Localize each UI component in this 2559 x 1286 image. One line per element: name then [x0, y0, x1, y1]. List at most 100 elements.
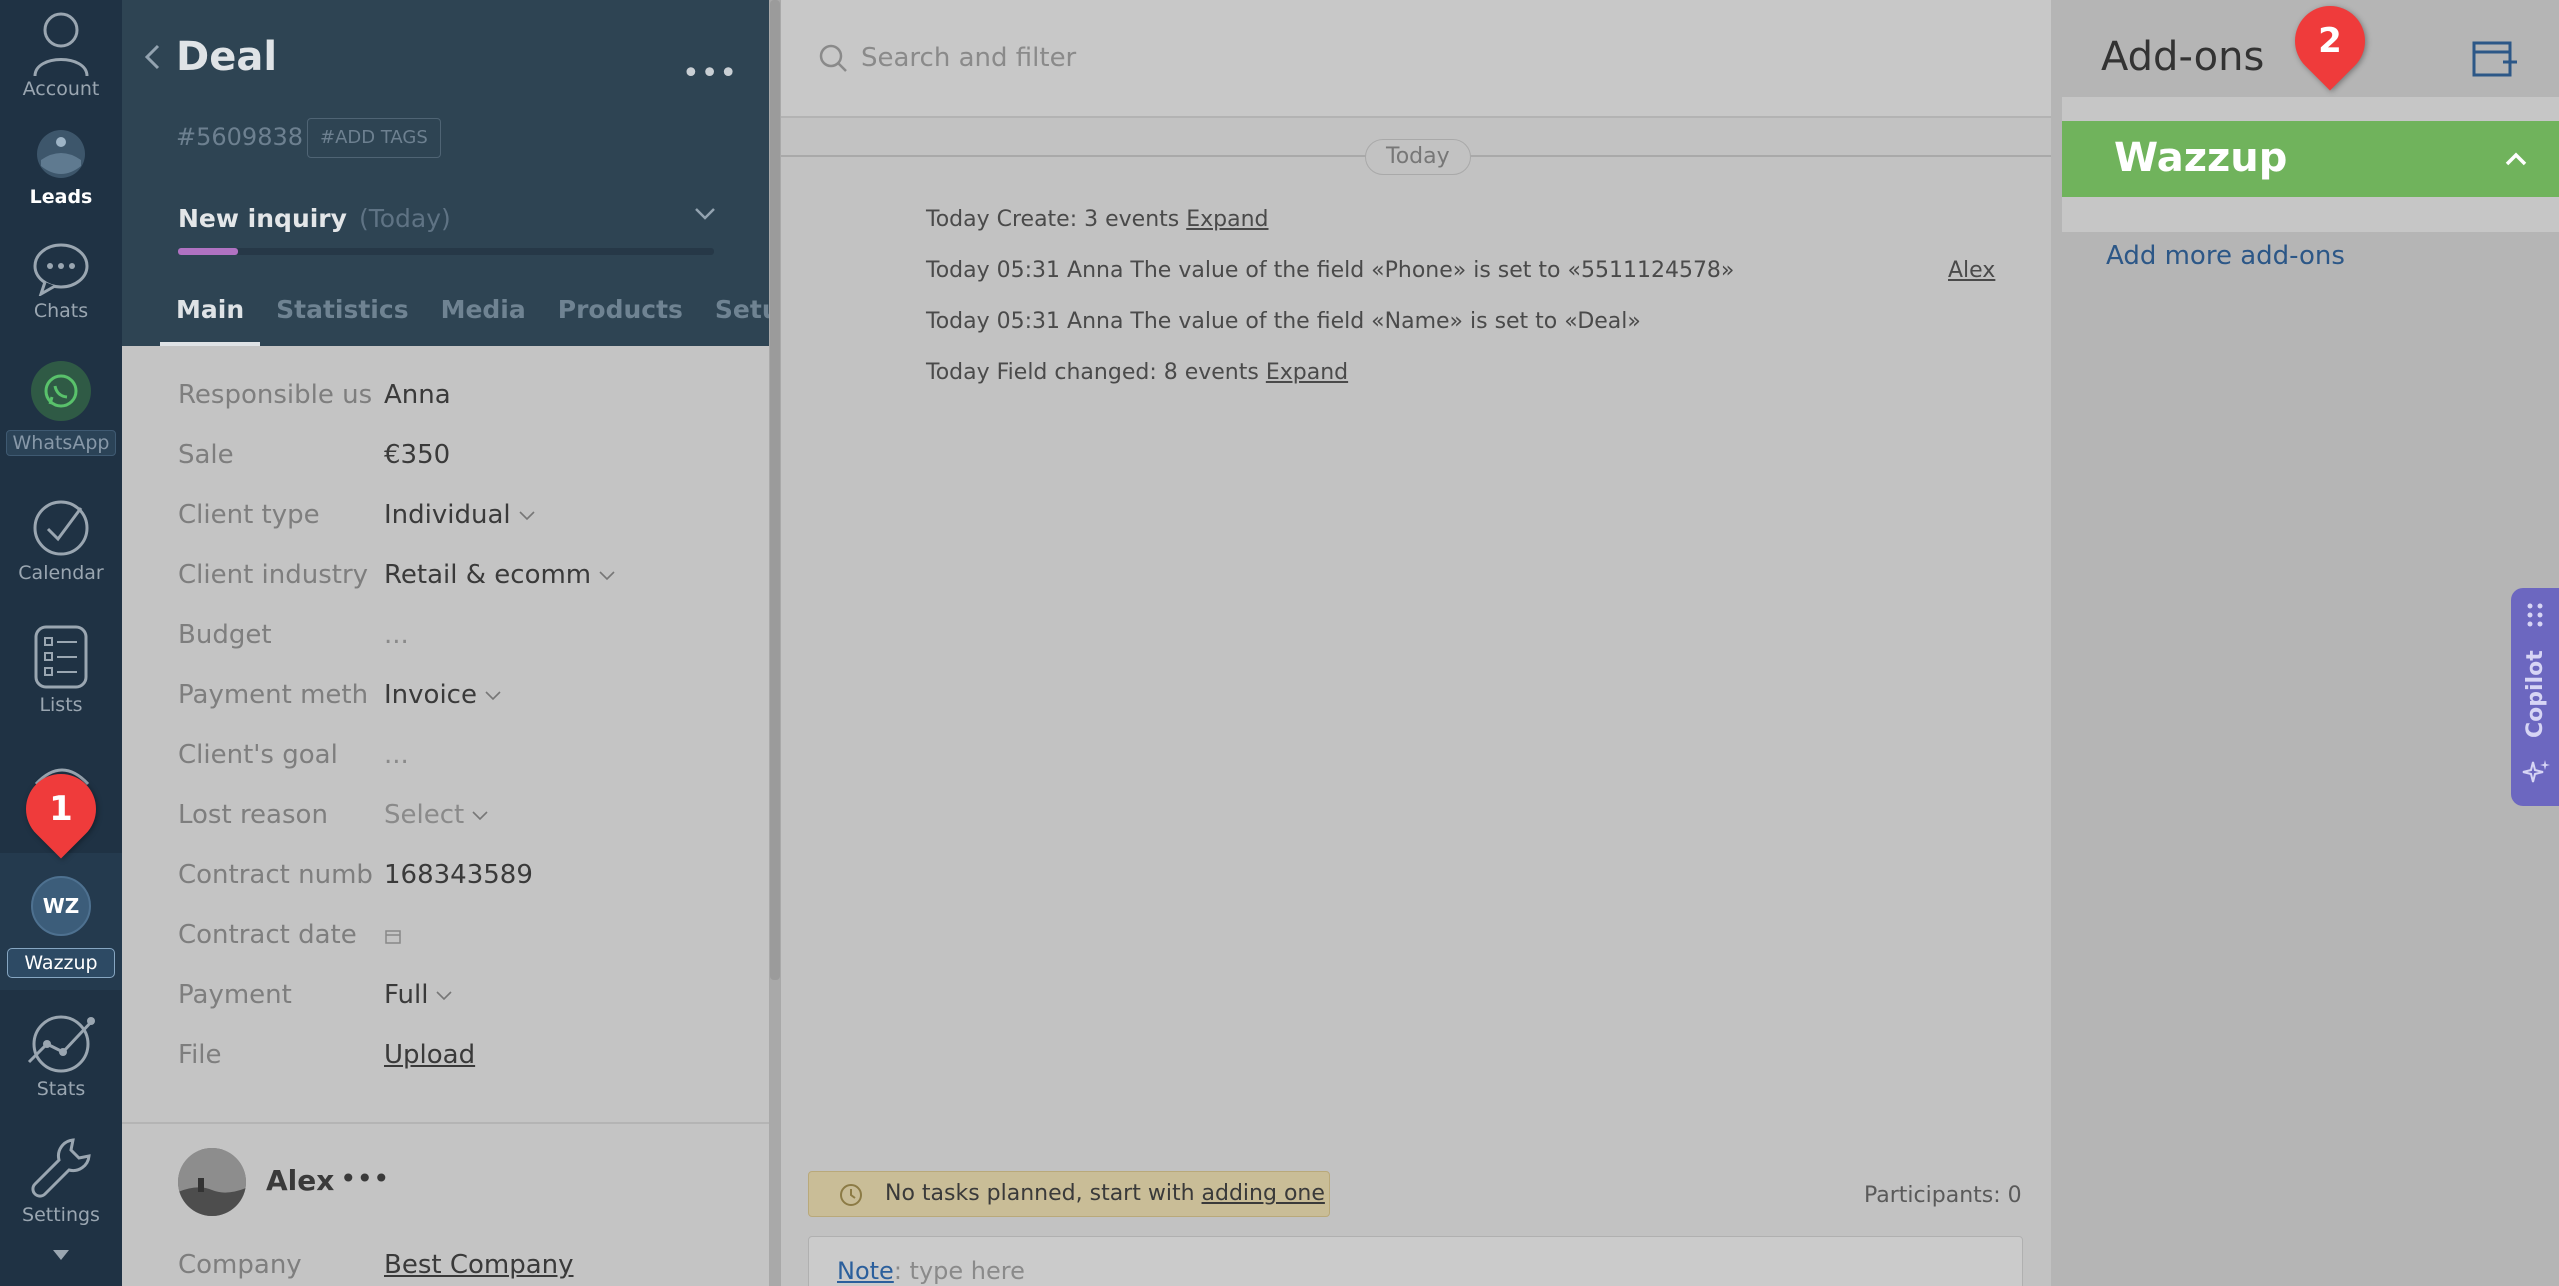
stage-date: (Today) — [358, 204, 451, 233]
search-input[interactable] — [861, 38, 1761, 78]
pipeline-stage[interactable]: New inquiry (Today) — [178, 204, 451, 233]
chevron-down-icon[interactable] — [694, 206, 716, 222]
field-label: Payment meth — [178, 680, 369, 710]
add-more-addons-link[interactable]: Add more add-ons — [2106, 241, 2345, 271]
upload-link[interactable]: Upload — [384, 1040, 475, 1070]
tab-media[interactable]: Media — [425, 290, 542, 346]
stage-progress-bar — [178, 248, 714, 255]
leads-icon — [37, 130, 85, 178]
more-options-icon[interactable]: ••• — [682, 56, 738, 91]
contract-date-picker[interactable] — [384, 920, 402, 950]
deal-tabs: Main Statistics Media Products Setup — [160, 290, 769, 346]
step-marker-1: 1 — [11, 759, 111, 859]
scrollbar-thumb[interactable] — [770, 0, 780, 980]
note-type-switch[interactable]: Note — [837, 1257, 894, 1285]
company-link[interactable]: Best Company — [384, 1250, 574, 1280]
field-budget: Budget ... — [178, 620, 738, 660]
field-label: Budget — [178, 620, 272, 650]
nav-stats[interactable]: Stats — [0, 1010, 122, 1100]
select-value: Retail & ecomm — [384, 560, 592, 590]
left-navigation: Account Leads Chats WhatsApp Calendar Li… — [0, 0, 122, 1286]
addons-title: Add-ons — [2101, 34, 2265, 80]
client-industry-select[interactable]: Retail & ecomm — [384, 560, 615, 590]
stage-progress-fill — [178, 248, 238, 255]
contact-more-icon[interactable]: ••• — [340, 1162, 390, 1195]
deal-title: Deal — [176, 34, 278, 80]
payment-select[interactable]: Full — [384, 980, 453, 1010]
nav-settings[interactable]: Settings — [0, 1136, 122, 1226]
user-icon — [33, 12, 89, 77]
nav-chats[interactable]: Chats — [0, 240, 122, 322]
nav-account[interactable]: Account — [0, 8, 122, 100]
select-value: Individual — [384, 500, 511, 530]
field-contract-date: Contract date — [178, 920, 738, 960]
tab-main[interactable]: Main — [160, 290, 261, 346]
add-widget-icon[interactable] — [2471, 38, 2517, 80]
tasks-notice: No tasks planned, start with adding one — [808, 1171, 1330, 1217]
tab-products[interactable]: Products — [542, 290, 699, 346]
deal-card-header: Deal ••• #5609838 #ADD TAGS New inquiry (… — [122, 0, 769, 346]
field-value[interactable]: ... — [384, 740, 409, 770]
event-text: Today 05:31 Anna The value of the field … — [926, 309, 1641, 334]
field-value[interactable]: 168343589 — [384, 860, 533, 890]
nav-wazzup-label: Wazzup — [7, 948, 115, 978]
field-client-type: Client type Individual — [178, 500, 738, 540]
note-placeholder: : type here — [893, 1257, 1025, 1285]
back-arrow-icon[interactable] — [142, 44, 164, 70]
nav-leads[interactable]: Leads — [0, 126, 122, 208]
field-value[interactable]: Anna — [384, 380, 451, 410]
chevron-down-icon[interactable] — [53, 1250, 69, 1260]
nav-settings-label: Settings — [22, 1204, 100, 1226]
landscape-photo-icon — [178, 1148, 246, 1216]
nav-lists[interactable]: Lists — [0, 624, 122, 716]
tasks-text: No tasks planned, start with — [885, 1181, 1202, 1206]
field-contract-number: Contract numb 168343589 — [178, 860, 738, 900]
checkmark-circle-icon — [33, 500, 89, 556]
add-task-link[interactable]: adding one — [1202, 1181, 1325, 1206]
nav-whatsapp[interactable]: WhatsApp — [0, 360, 122, 456]
list-icon — [34, 625, 88, 689]
contact-avatar[interactable] — [178, 1148, 246, 1216]
event-author-link[interactable]: Alex — [1948, 258, 1995, 283]
copilot-tab[interactable]: Copilot — [2511, 588, 2559, 806]
feed-event: Today Create: 3 events Expand — [926, 207, 1269, 232]
nav-wazzup[interactable]: WZ Wazzup — [0, 876, 122, 978]
client-type-select[interactable]: Individual — [384, 500, 535, 530]
note-input[interactable]: Note: type here — [808, 1236, 2023, 1286]
copilot-label: Copilot — [2523, 650, 2548, 738]
select-value: Select — [384, 800, 465, 830]
event-text: Today Field changed: 8 events — [926, 360, 1266, 385]
lost-reason-select[interactable]: Select — [384, 800, 488, 830]
participants-count[interactable]: Participants: 0 — [1864, 1183, 2022, 1208]
step-marker-2: 2 — [2280, 0, 2380, 91]
select-value: Full — [384, 980, 429, 1010]
contact-name[interactable]: Alex — [266, 1164, 334, 1197]
field-label: Client industry — [178, 560, 369, 590]
field-label: Client's goal — [178, 740, 338, 770]
chevron-up-icon[interactable] — [2504, 151, 2528, 167]
expand-link[interactable]: Expand — [1266, 360, 1348, 385]
wazzup-widget-header[interactable]: Wazzup — [2062, 121, 2559, 197]
deal-card: Deal ••• #5609838 #ADD TAGS New inquiry (… — [122, 0, 769, 1286]
tab-setup[interactable]: Setup — [699, 290, 769, 346]
field-value[interactable]: €350 — [384, 440, 450, 470]
field-client-industry: Client industry Retail & ecomm — [178, 560, 738, 600]
expand-link[interactable]: Expand — [1186, 207, 1268, 232]
field-file: File Upload — [178, 1040, 738, 1080]
field-label: Payment — [178, 980, 292, 1010]
field-label: File — [178, 1040, 222, 1070]
addons-panel: Add-ons Wazzup Add more add-ons 2 — [2051, 0, 2559, 1286]
field-value[interactable]: ... — [384, 620, 409, 650]
tab-statistics[interactable]: Statistics — [260, 290, 424, 346]
add-tags-button[interactable]: #ADD TAGS — [307, 118, 441, 158]
nav-calendar[interactable]: Calendar — [0, 498, 122, 584]
card-scrollbar[interactable] — [769, 0, 781, 1286]
field-company: Company Best Company — [178, 1250, 574, 1280]
drag-handle-icon[interactable] — [2526, 602, 2544, 628]
payment-method-select[interactable]: Invoice — [384, 680, 501, 710]
sparkle-icon — [2522, 760, 2550, 783]
chevron-down-icon — [485, 690, 501, 700]
calendar-icon — [385, 929, 401, 944]
event-text: Today Create: 3 events — [926, 207, 1187, 232]
wazzup-widget-name: Wazzup — [2114, 135, 2288, 181]
